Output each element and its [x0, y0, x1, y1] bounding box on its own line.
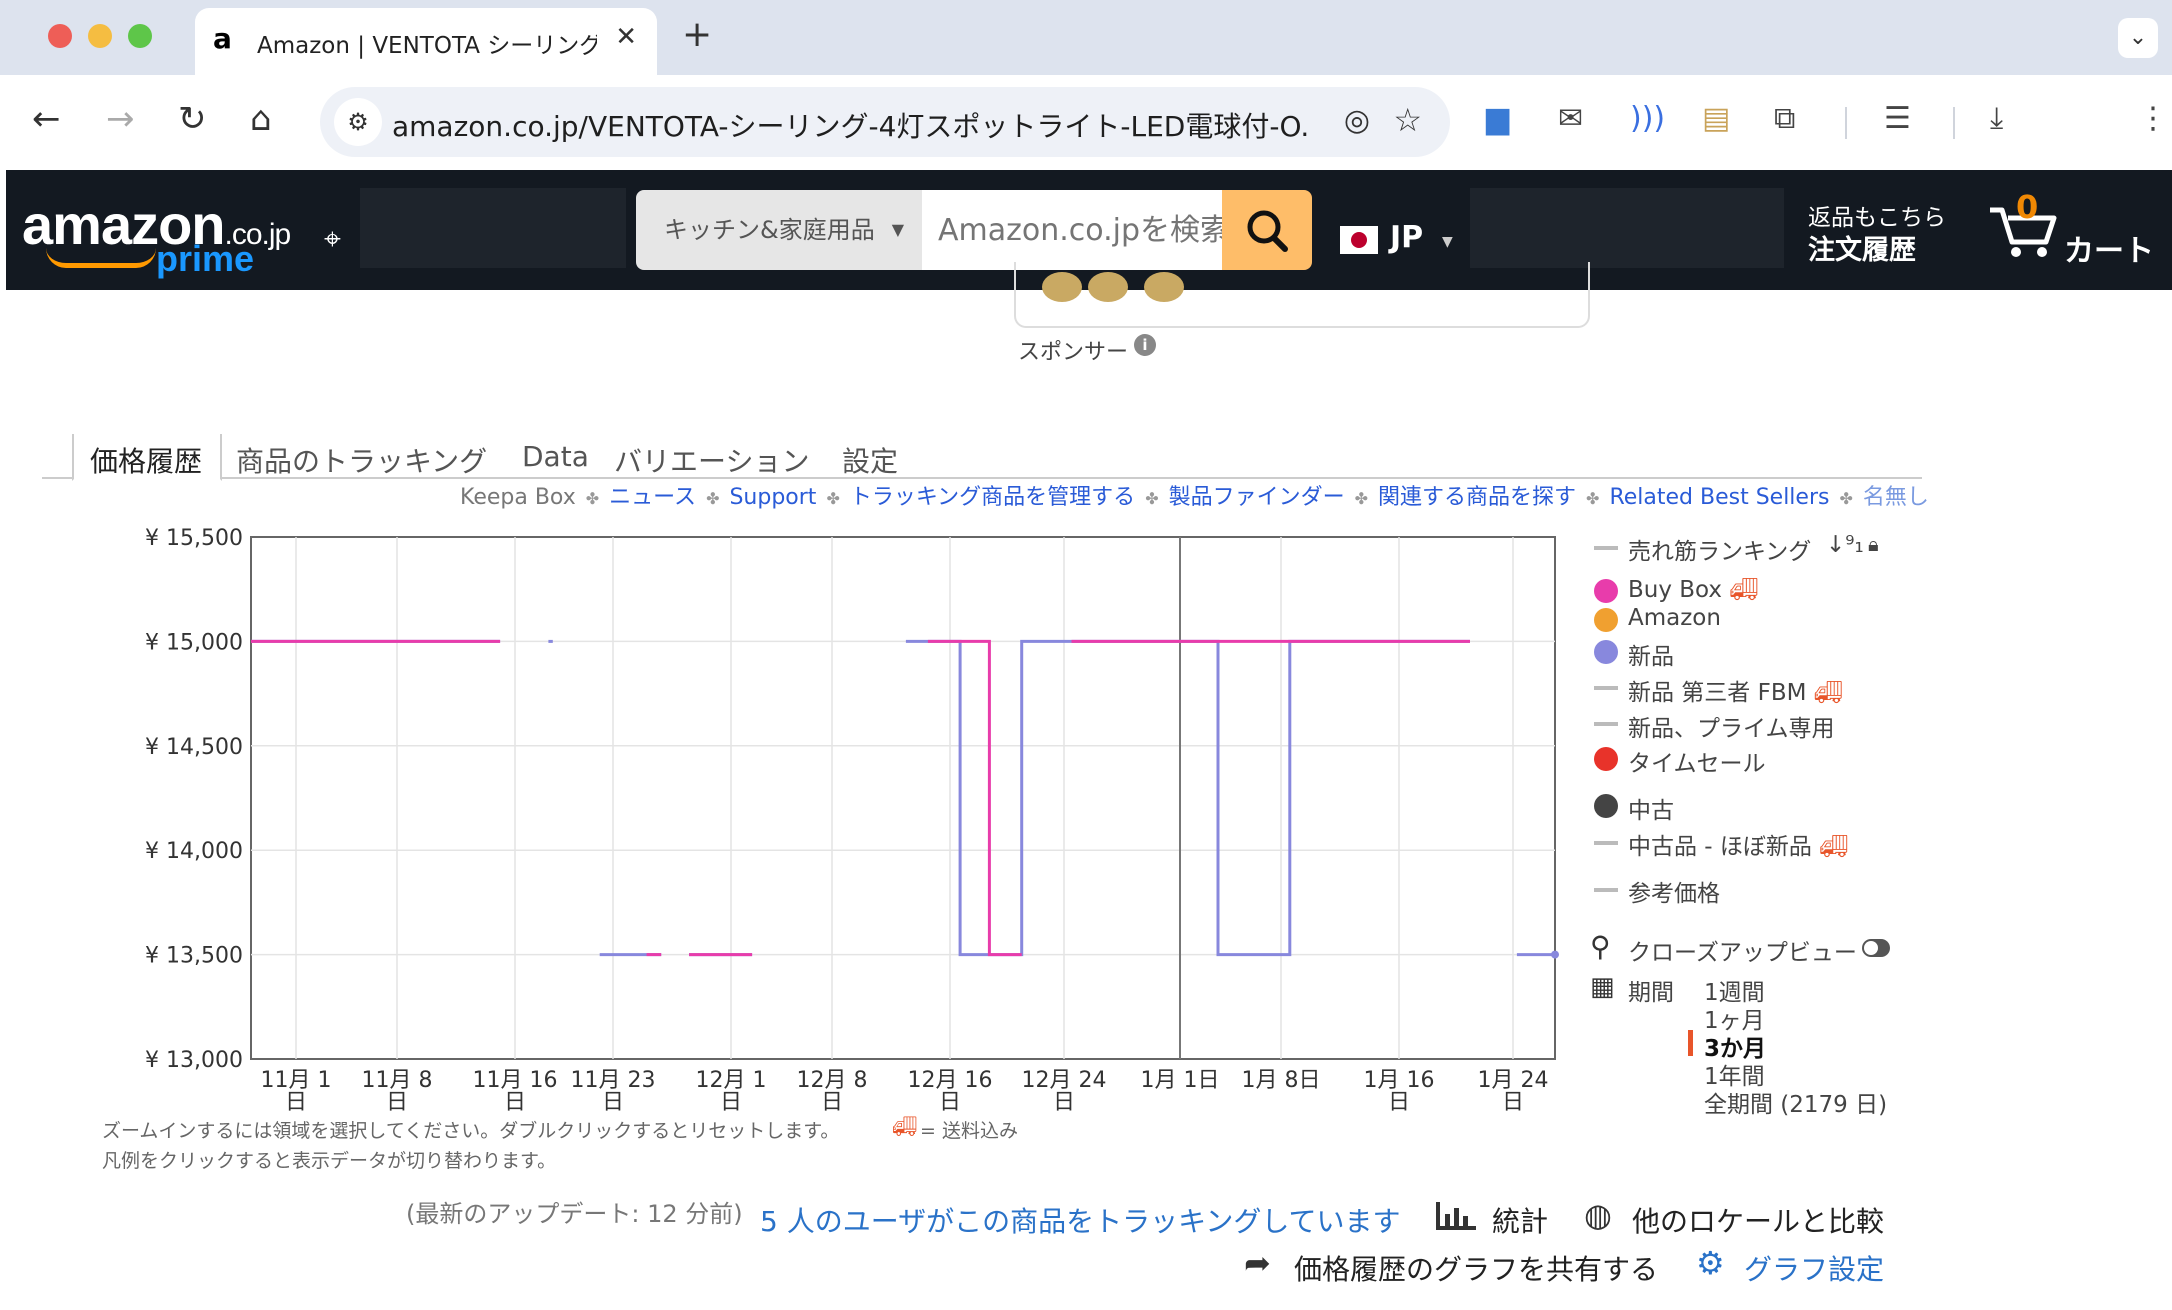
selected-period-marker [1688, 1030, 1693, 1056]
graph-settings-link[interactable]: グラフ設定 [1744, 1248, 1884, 1288]
y-tick-label: ¥ 15,000 [145, 630, 243, 655]
y-tick-label: ¥ 13,000 [145, 1048, 243, 1073]
zoom-hint: ズームインするには領域を選択してください。ダブルクリックするとリセットします。 [102, 1120, 840, 1142]
magnifier-icon: ⚲ [1590, 930, 1611, 963]
legend-buy-box-label: Buy Box [1628, 577, 1723, 603]
legend-reference-price[interactable]: 参考価格 [1628, 874, 1720, 908]
gear-icon: ⚙ [1696, 1244, 1725, 1282]
x-tick-label: 日 [821, 1090, 843, 1115]
legend-dash [1594, 722, 1618, 726]
series-end-point [1551, 950, 1559, 959]
x-tick-label: 日 [602, 1090, 624, 1115]
x-tick-label: 日 [285, 1090, 307, 1115]
stats-link[interactable]: 統計 [1492, 1200, 1548, 1240]
legend-hint: 凡例をクリックすると表示データが切り替わります。 [102, 1150, 557, 1172]
legend-lightning-deal[interactable]: タイムセール [1628, 744, 1766, 778]
x-tick-label: 日 [1502, 1090, 1524, 1115]
closeup-toggle[interactable] [1862, 939, 1890, 957]
share-icon: ➦ [1244, 1244, 1271, 1282]
x-tick-label: 日 [1053, 1090, 1075, 1115]
x-tick-label: 日 [1388, 1090, 1410, 1115]
x-tick-label: 日 [386, 1090, 408, 1115]
last-update: (最新のアップデート: 12 分前) [406, 1200, 743, 1228]
stats-icon [1436, 1202, 1476, 1230]
legend-dot-used [1594, 794, 1618, 818]
legend-used[interactable]: 中古 [1628, 791, 1674, 825]
share-graph-link[interactable]: 価格履歴のグラフを共有する [1294, 1248, 1658, 1288]
x-tick-label: 日 [504, 1090, 526, 1115]
plot-area [250, 536, 1556, 1060]
legend-dot-lightning [1594, 747, 1618, 771]
legend-buy-box[interactable]: Buy Box 🚚︎ [1628, 576, 1759, 603]
calendar-icon: ▦ [1590, 972, 1615, 1002]
shipping-truck-icon: 🚚︎ [1729, 577, 1759, 603]
y-tick-label: ¥ 14,000 [145, 839, 243, 864]
sort-icon[interactable]: ↓⁹₁ [1826, 532, 1864, 558]
x-tick-label: 日 [720, 1090, 742, 1115]
x-tick-label: 日 [939, 1090, 961, 1115]
legend-new-fbm[interactable]: 新品 第三者 FBM 🚚︎ [1628, 673, 1843, 707]
legend-dot-amazon [1594, 608, 1618, 632]
legend-dot-buy-box [1594, 579, 1618, 603]
x-tick-label: 1月 1日 [1141, 1068, 1220, 1093]
legend-dot-new [1594, 640, 1618, 664]
legend-dash [1594, 686, 1618, 690]
shipping-truck-icon: 🚚︎ [1819, 834, 1849, 860]
legend-dash [1594, 546, 1618, 550]
legend-used-like-new[interactable]: 中古品 - ほぼ新品 🚚︎ [1628, 827, 1848, 861]
y-tick-label: ¥ 13,500 [145, 944, 243, 969]
period-label: 期間 [1628, 980, 1674, 1006]
compare-locales-link[interactable]: 他のロケールと比較 [1632, 1200, 1884, 1240]
lock-icon: 🔒︎ [1868, 532, 1879, 556]
legend-new-prime[interactable]: 新品、プライム専用 [1628, 709, 1835, 743]
closeup-view-label: クローズアップビュー [1628, 940, 1857, 966]
y-tick-label: ¥ 15,500 [145, 526, 243, 551]
legend-new[interactable]: 新品 [1628, 637, 1674, 671]
legend-used-like-new-label: 中古品 - ほぼ新品 [1628, 834, 1812, 860]
legend-dash [1594, 888, 1618, 892]
legend-sales-rank[interactable]: 売れ筋ランキング [1628, 532, 1811, 566]
legend-new-fbm-label: 新品 第三者 FBM [1628, 680, 1807, 706]
tracking-users-link[interactable]: 5 人のユーザがこの商品をトラッキングしています [760, 1200, 1400, 1240]
globe-icon: ◍ [1584, 1196, 1612, 1234]
period-all[interactable]: 全期間 (2179 日) [1704, 1085, 1887, 1119]
x-tick-label: 1月 8日 [1242, 1068, 1321, 1093]
legend-amazon[interactable]: Amazon [1628, 605, 1721, 631]
y-tick-label: ¥ 14,500 [145, 735, 243, 760]
legend-dash [1594, 841, 1618, 845]
shipping-truck-icon: 🚚︎ [1813, 680, 1843, 706]
shipping-truck-icon: 🚚︎ [892, 1114, 918, 1138]
shipping-note: = 送料込み [920, 1120, 1018, 1142]
